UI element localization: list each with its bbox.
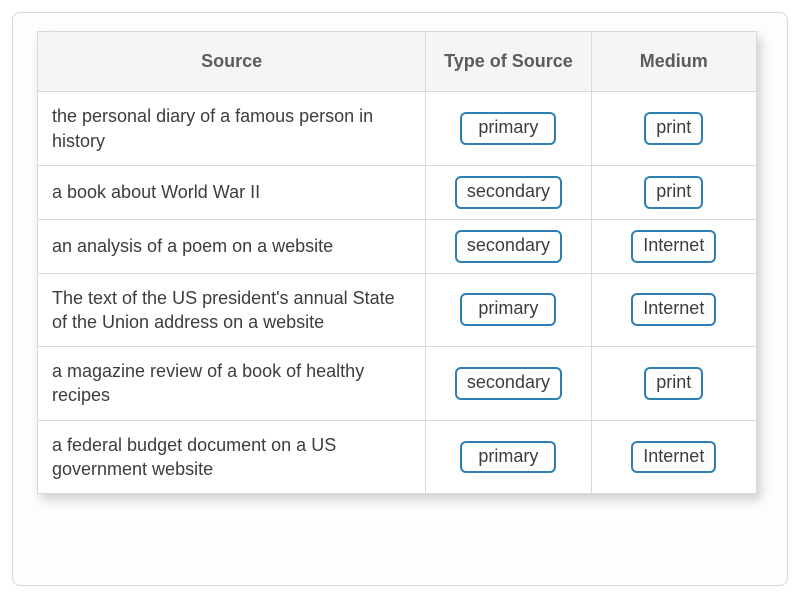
type-chip[interactable]: secondary bbox=[455, 367, 562, 400]
type-chip[interactable]: primary bbox=[460, 441, 556, 474]
header-type: Type of Source bbox=[426, 32, 591, 92]
medium-chip[interactable]: print bbox=[644, 367, 703, 400]
table-row: a federal budget document on a US govern… bbox=[38, 420, 757, 494]
medium-cell: Internet bbox=[591, 420, 756, 494]
type-chip[interactable]: secondary bbox=[455, 230, 562, 263]
type-cell: primary bbox=[426, 92, 591, 166]
medium-chip[interactable]: Internet bbox=[631, 293, 716, 326]
table-row: the personal diary of a famous person in… bbox=[38, 92, 757, 166]
medium-chip[interactable]: print bbox=[644, 176, 703, 209]
header-row: Source Type of Source Medium bbox=[38, 32, 757, 92]
medium-cell: print bbox=[591, 165, 756, 219]
table-row: a magazine review of a book of healthy r… bbox=[38, 347, 757, 421]
source-table: Source Type of Source Medium the persona… bbox=[37, 31, 757, 494]
type-chip[interactable]: primary bbox=[460, 293, 556, 326]
medium-chip[interactable]: print bbox=[644, 112, 703, 145]
source-text: a federal budget document on a US govern… bbox=[38, 420, 426, 494]
source-text: a magazine review of a book of healthy r… bbox=[38, 347, 426, 421]
medium-cell: Internet bbox=[591, 219, 756, 273]
header-source: Source bbox=[38, 32, 426, 92]
medium-chip[interactable]: Internet bbox=[631, 441, 716, 474]
medium-cell: print bbox=[591, 347, 756, 421]
table-row: a book about World War II secondary prin… bbox=[38, 165, 757, 219]
type-cell: secondary bbox=[426, 219, 591, 273]
source-text: a book about World War II bbox=[38, 165, 426, 219]
source-text: the personal diary of a famous person in… bbox=[38, 92, 426, 166]
source-text: The text of the US president's annual St… bbox=[38, 273, 426, 347]
panel-container: Source Type of Source Medium the persona… bbox=[12, 12, 788, 586]
header-medium: Medium bbox=[591, 32, 756, 92]
source-table-wrap: Source Type of Source Medium the persona… bbox=[37, 31, 757, 494]
type-chip[interactable]: secondary bbox=[455, 176, 562, 209]
medium-cell: Internet bbox=[591, 273, 756, 347]
source-text: an analysis of a poem on a website bbox=[38, 219, 426, 273]
table-row: an analysis of a poem on a website secon… bbox=[38, 219, 757, 273]
type-cell: primary bbox=[426, 273, 591, 347]
type-cell: secondary bbox=[426, 165, 591, 219]
type-cell: secondary bbox=[426, 347, 591, 421]
type-cell: primary bbox=[426, 420, 591, 494]
table-row: The text of the US president's annual St… bbox=[38, 273, 757, 347]
medium-cell: print bbox=[591, 92, 756, 166]
medium-chip[interactable]: Internet bbox=[631, 230, 716, 263]
type-chip[interactable]: primary bbox=[460, 112, 556, 145]
